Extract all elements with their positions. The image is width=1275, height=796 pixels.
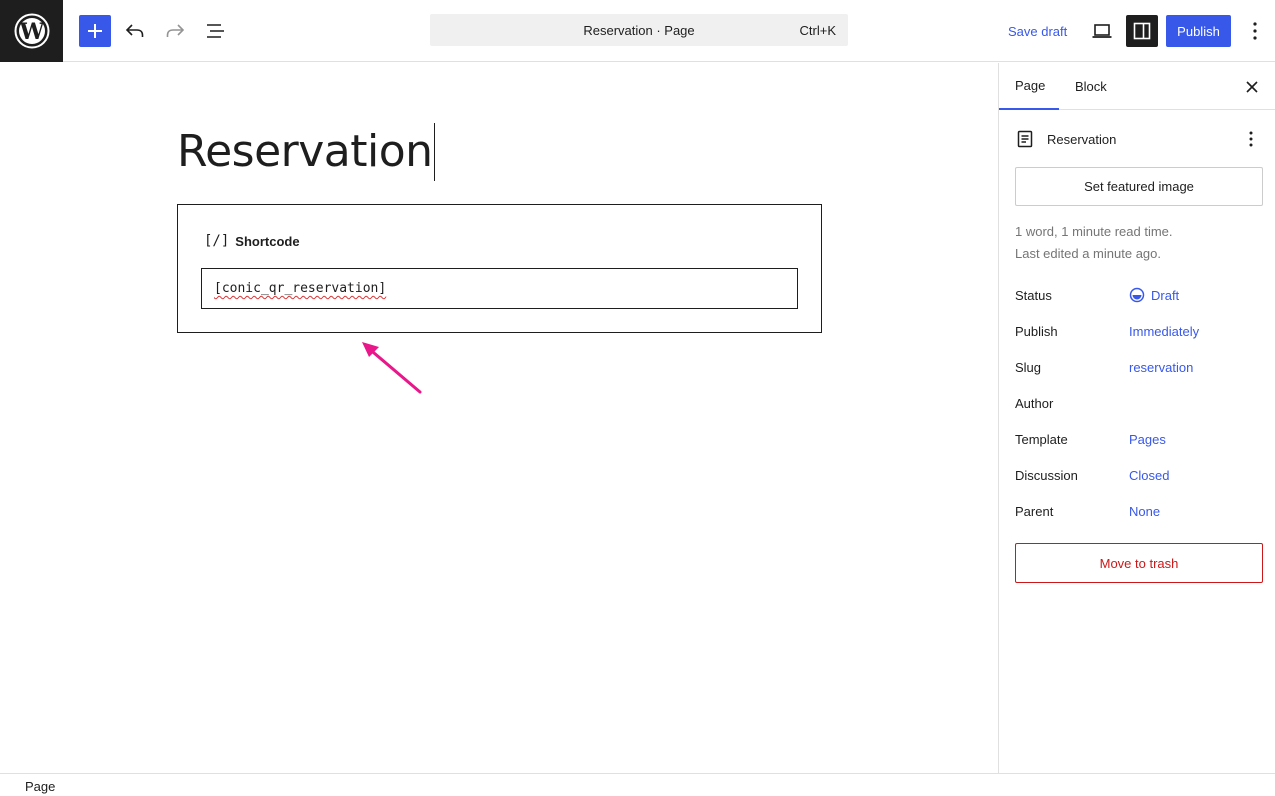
breadcrumb-page[interactable]: Page bbox=[25, 779, 55, 794]
document-title: Reservation bbox=[1047, 131, 1117, 147]
close-icon bbox=[1246, 81, 1258, 93]
last-edited-text: Last edited a minute ago. bbox=[1015, 246, 1161, 261]
desktop-icon bbox=[1092, 24, 1112, 38]
set-featured-image-button[interactable]: Set featured image bbox=[1015, 167, 1263, 206]
wordpress-logo-button[interactable]: W bbox=[0, 0, 63, 62]
shortcode-icon: [/] bbox=[204, 233, 230, 249]
shortcode-block[interactable]: [/] Shortcode [conic_qr_reservation] bbox=[177, 204, 822, 333]
document-actions-button[interactable] bbox=[1239, 127, 1263, 151]
slug-label: Slug bbox=[1015, 359, 1042, 375]
author-label: Author bbox=[1015, 395, 1054, 411]
parent-row: Parent None bbox=[1015, 499, 1263, 523]
redo-button[interactable] bbox=[159, 15, 191, 47]
close-sidebar-button[interactable] bbox=[1236, 71, 1268, 103]
settings-toggle-button[interactable] bbox=[1126, 15, 1158, 47]
document-summary: Reservation bbox=[1015, 127, 1263, 151]
parent-label: Parent bbox=[1015, 503, 1054, 519]
author-row: Author bbox=[1015, 391, 1263, 415]
save-draft-button[interactable]: Save draft bbox=[1000, 15, 1075, 47]
discussion-value[interactable]: Closed bbox=[1129, 468, 1169, 483]
word-count-text: 1 word, 1 minute read time. bbox=[1015, 224, 1173, 239]
command-palette-button[interactable]: Reservation · Page Ctrl+K bbox=[430, 14, 848, 46]
parent-value[interactable]: None bbox=[1129, 504, 1160, 519]
post-title-field[interactable]: Reservation bbox=[177, 123, 435, 181]
list-view-icon bbox=[207, 24, 224, 38]
tab-page[interactable]: Page bbox=[999, 63, 1059, 110]
preview-button[interactable] bbox=[1086, 15, 1118, 47]
shortcode-label-text: Shortcode bbox=[235, 233, 300, 249]
tab-block[interactable]: Block bbox=[1059, 63, 1123, 110]
redo-icon bbox=[166, 24, 185, 37]
status-row: Status Draft bbox=[1015, 283, 1263, 307]
slug-value[interactable]: reservation bbox=[1129, 360, 1193, 375]
add-block-button[interactable] bbox=[79, 15, 111, 47]
slug-row: Slug reservation bbox=[1015, 355, 1263, 379]
plus-icon bbox=[88, 24, 102, 38]
editor-header: W Reservation · Page Ctrl+K Save draft P… bbox=[0, 0, 1275, 62]
undo-icon bbox=[125, 24, 144, 37]
sidebar-tabs: Page Block bbox=[999, 63, 1275, 110]
post-title-text: Reservation bbox=[177, 126, 433, 177]
shortcode-value: [conic_qr_reservation] bbox=[214, 281, 387, 296]
template-value[interactable]: Pages bbox=[1129, 432, 1166, 447]
settings-sidebar: Page Block Reservation Set featured imag… bbox=[998, 63, 1275, 773]
more-vertical-icon bbox=[1249, 131, 1253, 147]
publish-value[interactable]: Immediately bbox=[1129, 324, 1199, 339]
editor-canvas: Reservation [/] Shortcode [conic_qr_rese… bbox=[0, 63, 998, 773]
document-meta: 1 word, 1 minute read time. Last edited … bbox=[1015, 221, 1173, 265]
status-value-text: Draft bbox=[1151, 287, 1180, 303]
keyboard-shortcut: Ctrl+K bbox=[799, 22, 836, 38]
discussion-row: Discussion Closed bbox=[1015, 463, 1263, 487]
svg-text:W: W bbox=[18, 19, 44, 45]
document-title-bar: Reservation · Page bbox=[583, 22, 695, 38]
shortcode-input[interactable]: [conic_qr_reservation] bbox=[201, 268, 798, 309]
annotation-arrow bbox=[362, 342, 422, 394]
publish-button[interactable]: Publish bbox=[1166, 15, 1231, 47]
template-row: Template Pages bbox=[1015, 427, 1263, 451]
page-icon bbox=[1017, 130, 1033, 148]
publish-label: Publish bbox=[1015, 323, 1058, 339]
editor-footer: Page bbox=[0, 773, 1275, 796]
status-value[interactable]: Draft bbox=[1129, 287, 1179, 303]
sidebar-icon bbox=[1133, 22, 1151, 40]
shortcode-block-label: [/] Shortcode bbox=[204, 233, 300, 249]
undo-button[interactable] bbox=[119, 15, 151, 47]
wordpress-icon: W bbox=[14, 13, 49, 49]
options-button[interactable] bbox=[1239, 15, 1271, 47]
discussion-label: Discussion bbox=[1015, 467, 1078, 483]
publish-row: Publish Immediately bbox=[1015, 319, 1263, 343]
more-vertical-icon bbox=[1253, 22, 1257, 40]
draft-status-icon bbox=[1129, 287, 1145, 303]
move-to-trash-button[interactable]: Move to trash bbox=[1015, 543, 1263, 583]
status-label: Status bbox=[1015, 287, 1052, 303]
template-label: Template bbox=[1015, 431, 1068, 447]
list-view-button[interactable] bbox=[199, 15, 231, 47]
text-caret bbox=[433, 123, 435, 181]
